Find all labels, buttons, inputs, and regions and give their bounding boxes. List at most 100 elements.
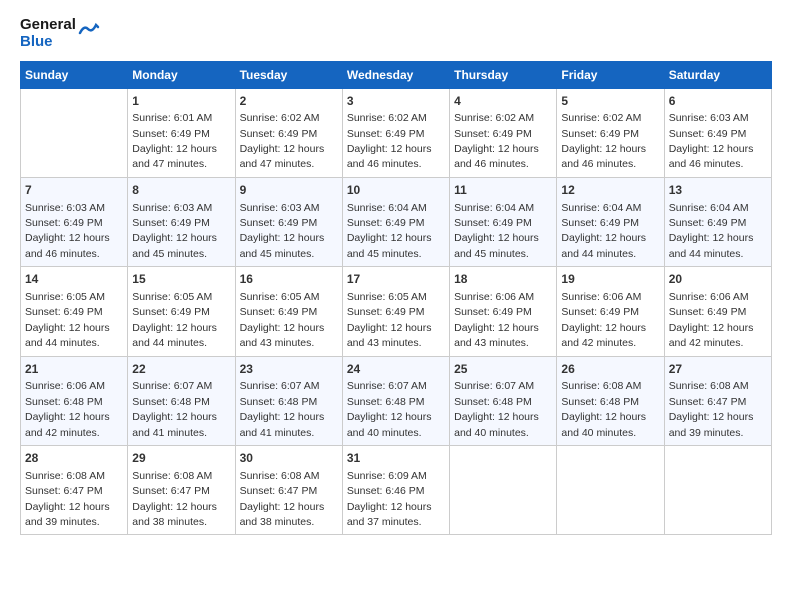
day-number: 27 xyxy=(669,361,767,378)
weekday-header-sunday: Sunday xyxy=(21,61,128,88)
calendar-day-cell: 11 Sunrise: 6:04 AMSunset: 6:49 PMDaylig… xyxy=(450,177,557,266)
logo: General Blue xyxy=(20,16,100,51)
calendar-day-cell: 26 Sunrise: 6:08 AMSunset: 6:48 PMDaylig… xyxy=(557,356,664,445)
day-number: 17 xyxy=(347,271,445,288)
day-number: 18 xyxy=(454,271,552,288)
calendar-day-cell: 16 Sunrise: 6:05 AMSunset: 6:49 PMDaylig… xyxy=(235,267,342,356)
calendar-day-cell xyxy=(557,445,664,534)
day-info: Sunrise: 6:08 AMSunset: 6:47 PMDaylight:… xyxy=(240,470,325,528)
day-info: Sunrise: 6:01 AMSunset: 6:49 PMDaylight:… xyxy=(132,112,217,170)
day-number: 2 xyxy=(240,93,338,110)
day-number: 10 xyxy=(347,182,445,199)
day-number: 16 xyxy=(240,271,338,288)
calendar-day-cell: 7 Sunrise: 6:03 AMSunset: 6:49 PMDayligh… xyxy=(21,177,128,266)
weekday-header-row: SundayMondayTuesdayWednesdayThursdayFrid… xyxy=(21,61,772,88)
day-info: Sunrise: 6:02 AMSunset: 6:49 PMDaylight:… xyxy=(347,112,432,170)
day-number: 8 xyxy=(132,182,230,199)
day-number: 24 xyxy=(347,361,445,378)
day-number: 20 xyxy=(669,271,767,288)
day-number: 12 xyxy=(561,182,659,199)
calendar-day-cell: 2 Sunrise: 6:02 AMSunset: 6:49 PMDayligh… xyxy=(235,88,342,177)
day-info: Sunrise: 6:04 AMSunset: 6:49 PMDaylight:… xyxy=(669,202,754,260)
calendar-day-cell: 12 Sunrise: 6:04 AMSunset: 6:49 PMDaylig… xyxy=(557,177,664,266)
day-info: Sunrise: 6:03 AMSunset: 6:49 PMDaylight:… xyxy=(240,202,325,260)
weekday-header-friday: Friday xyxy=(557,61,664,88)
calendar-day-cell: 19 Sunrise: 6:06 AMSunset: 6:49 PMDaylig… xyxy=(557,267,664,356)
day-info: Sunrise: 6:08 AMSunset: 6:47 PMDaylight:… xyxy=(25,470,110,528)
day-info: Sunrise: 6:07 AMSunset: 6:48 PMDaylight:… xyxy=(454,380,539,438)
calendar-week-row: 28 Sunrise: 6:08 AMSunset: 6:47 PMDaylig… xyxy=(21,445,772,534)
calendar-day-cell: 29 Sunrise: 6:08 AMSunset: 6:47 PMDaylig… xyxy=(128,445,235,534)
day-number: 14 xyxy=(25,271,123,288)
calendar-week-row: 21 Sunrise: 6:06 AMSunset: 6:48 PMDaylig… xyxy=(21,356,772,445)
calendar-day-cell: 13 Sunrise: 6:04 AMSunset: 6:49 PMDaylig… xyxy=(664,177,771,266)
calendar-day-cell: 14 Sunrise: 6:05 AMSunset: 6:49 PMDaylig… xyxy=(21,267,128,356)
day-info: Sunrise: 6:04 AMSunset: 6:49 PMDaylight:… xyxy=(347,202,432,260)
calendar-day-cell: 22 Sunrise: 6:07 AMSunset: 6:48 PMDaylig… xyxy=(128,356,235,445)
day-number: 31 xyxy=(347,450,445,467)
day-number: 26 xyxy=(561,361,659,378)
calendar-day-cell xyxy=(664,445,771,534)
calendar-day-cell: 1 Sunrise: 6:01 AMSunset: 6:49 PMDayligh… xyxy=(128,88,235,177)
day-number: 4 xyxy=(454,93,552,110)
calendar-day-cell: 27 Sunrise: 6:08 AMSunset: 6:47 PMDaylig… xyxy=(664,356,771,445)
day-info: Sunrise: 6:05 AMSunset: 6:49 PMDaylight:… xyxy=(347,291,432,349)
weekday-header-thursday: Thursday xyxy=(450,61,557,88)
day-number: 29 xyxy=(132,450,230,467)
day-info: Sunrise: 6:09 AMSunset: 6:46 PMDaylight:… xyxy=(347,470,432,528)
day-number: 5 xyxy=(561,93,659,110)
weekday-header-wednesday: Wednesday xyxy=(342,61,449,88)
calendar-day-cell: 25 Sunrise: 6:07 AMSunset: 6:48 PMDaylig… xyxy=(450,356,557,445)
day-info: Sunrise: 6:02 AMSunset: 6:49 PMDaylight:… xyxy=(561,112,646,170)
calendar-day-cell: 20 Sunrise: 6:06 AMSunset: 6:49 PMDaylig… xyxy=(664,267,771,356)
weekday-header-monday: Monday xyxy=(128,61,235,88)
calendar-week-row: 7 Sunrise: 6:03 AMSunset: 6:49 PMDayligh… xyxy=(21,177,772,266)
day-info: Sunrise: 6:05 AMSunset: 6:49 PMDaylight:… xyxy=(25,291,110,349)
calendar-day-cell: 10 Sunrise: 6:04 AMSunset: 6:49 PMDaylig… xyxy=(342,177,449,266)
day-info: Sunrise: 6:07 AMSunset: 6:48 PMDaylight:… xyxy=(240,380,325,438)
calendar-day-cell: 3 Sunrise: 6:02 AMSunset: 6:49 PMDayligh… xyxy=(342,88,449,177)
day-number: 21 xyxy=(25,361,123,378)
calendar-day-cell: 28 Sunrise: 6:08 AMSunset: 6:47 PMDaylig… xyxy=(21,445,128,534)
calendar-day-cell: 9 Sunrise: 6:03 AMSunset: 6:49 PMDayligh… xyxy=(235,177,342,266)
calendar-day-cell: 4 Sunrise: 6:02 AMSunset: 6:49 PMDayligh… xyxy=(450,88,557,177)
calendar-day-cell: 6 Sunrise: 6:03 AMSunset: 6:49 PMDayligh… xyxy=(664,88,771,177)
header: General Blue xyxy=(20,16,772,51)
day-info: Sunrise: 6:08 AMSunset: 6:47 PMDaylight:… xyxy=(132,470,217,528)
day-info: Sunrise: 6:03 AMSunset: 6:49 PMDaylight:… xyxy=(669,112,754,170)
day-number: 19 xyxy=(561,271,659,288)
logo-area: General Blue xyxy=(20,16,772,51)
day-info: Sunrise: 6:06 AMSunset: 6:49 PMDaylight:… xyxy=(561,291,646,349)
day-info: Sunrise: 6:05 AMSunset: 6:49 PMDaylight:… xyxy=(240,291,325,349)
calendar-day-cell: 30 Sunrise: 6:08 AMSunset: 6:47 PMDaylig… xyxy=(235,445,342,534)
weekday-header-tuesday: Tuesday xyxy=(235,61,342,88)
day-info: Sunrise: 6:08 AMSunset: 6:47 PMDaylight:… xyxy=(669,380,754,438)
day-info: Sunrise: 6:03 AMSunset: 6:49 PMDaylight:… xyxy=(132,202,217,260)
day-info: Sunrise: 6:02 AMSunset: 6:49 PMDaylight:… xyxy=(454,112,539,170)
calendar-week-row: 1 Sunrise: 6:01 AMSunset: 6:49 PMDayligh… xyxy=(21,88,772,177)
day-info: Sunrise: 6:06 AMSunset: 6:49 PMDaylight:… xyxy=(669,291,754,349)
calendar-day-cell: 8 Sunrise: 6:03 AMSunset: 6:49 PMDayligh… xyxy=(128,177,235,266)
day-number: 22 xyxy=(132,361,230,378)
day-number: 11 xyxy=(454,182,552,199)
weekday-header-saturday: Saturday xyxy=(664,61,771,88)
logo-text: General Blue xyxy=(20,16,76,51)
day-number: 28 xyxy=(25,450,123,467)
day-number: 6 xyxy=(669,93,767,110)
calendar-week-row: 14 Sunrise: 6:05 AMSunset: 6:49 PMDaylig… xyxy=(21,267,772,356)
day-number: 30 xyxy=(240,450,338,467)
calendar-day-cell: 23 Sunrise: 6:07 AMSunset: 6:48 PMDaylig… xyxy=(235,356,342,445)
day-info: Sunrise: 6:08 AMSunset: 6:48 PMDaylight:… xyxy=(561,380,646,438)
calendar-day-cell: 31 Sunrise: 6:09 AMSunset: 6:46 PMDaylig… xyxy=(342,445,449,534)
calendar-day-cell: 21 Sunrise: 6:06 AMSunset: 6:48 PMDaylig… xyxy=(21,356,128,445)
day-number: 9 xyxy=(240,182,338,199)
day-number: 25 xyxy=(454,361,552,378)
day-number: 1 xyxy=(132,93,230,110)
day-info: Sunrise: 6:04 AMSunset: 6:49 PMDaylight:… xyxy=(454,202,539,260)
calendar-day-cell: 24 Sunrise: 6:07 AMSunset: 6:48 PMDaylig… xyxy=(342,356,449,445)
day-info: Sunrise: 6:07 AMSunset: 6:48 PMDaylight:… xyxy=(347,380,432,438)
day-info: Sunrise: 6:07 AMSunset: 6:48 PMDaylight:… xyxy=(132,380,217,438)
day-number: 15 xyxy=(132,271,230,288)
day-info: Sunrise: 6:03 AMSunset: 6:49 PMDaylight:… xyxy=(25,202,110,260)
day-info: Sunrise: 6:05 AMSunset: 6:49 PMDaylight:… xyxy=(132,291,217,349)
